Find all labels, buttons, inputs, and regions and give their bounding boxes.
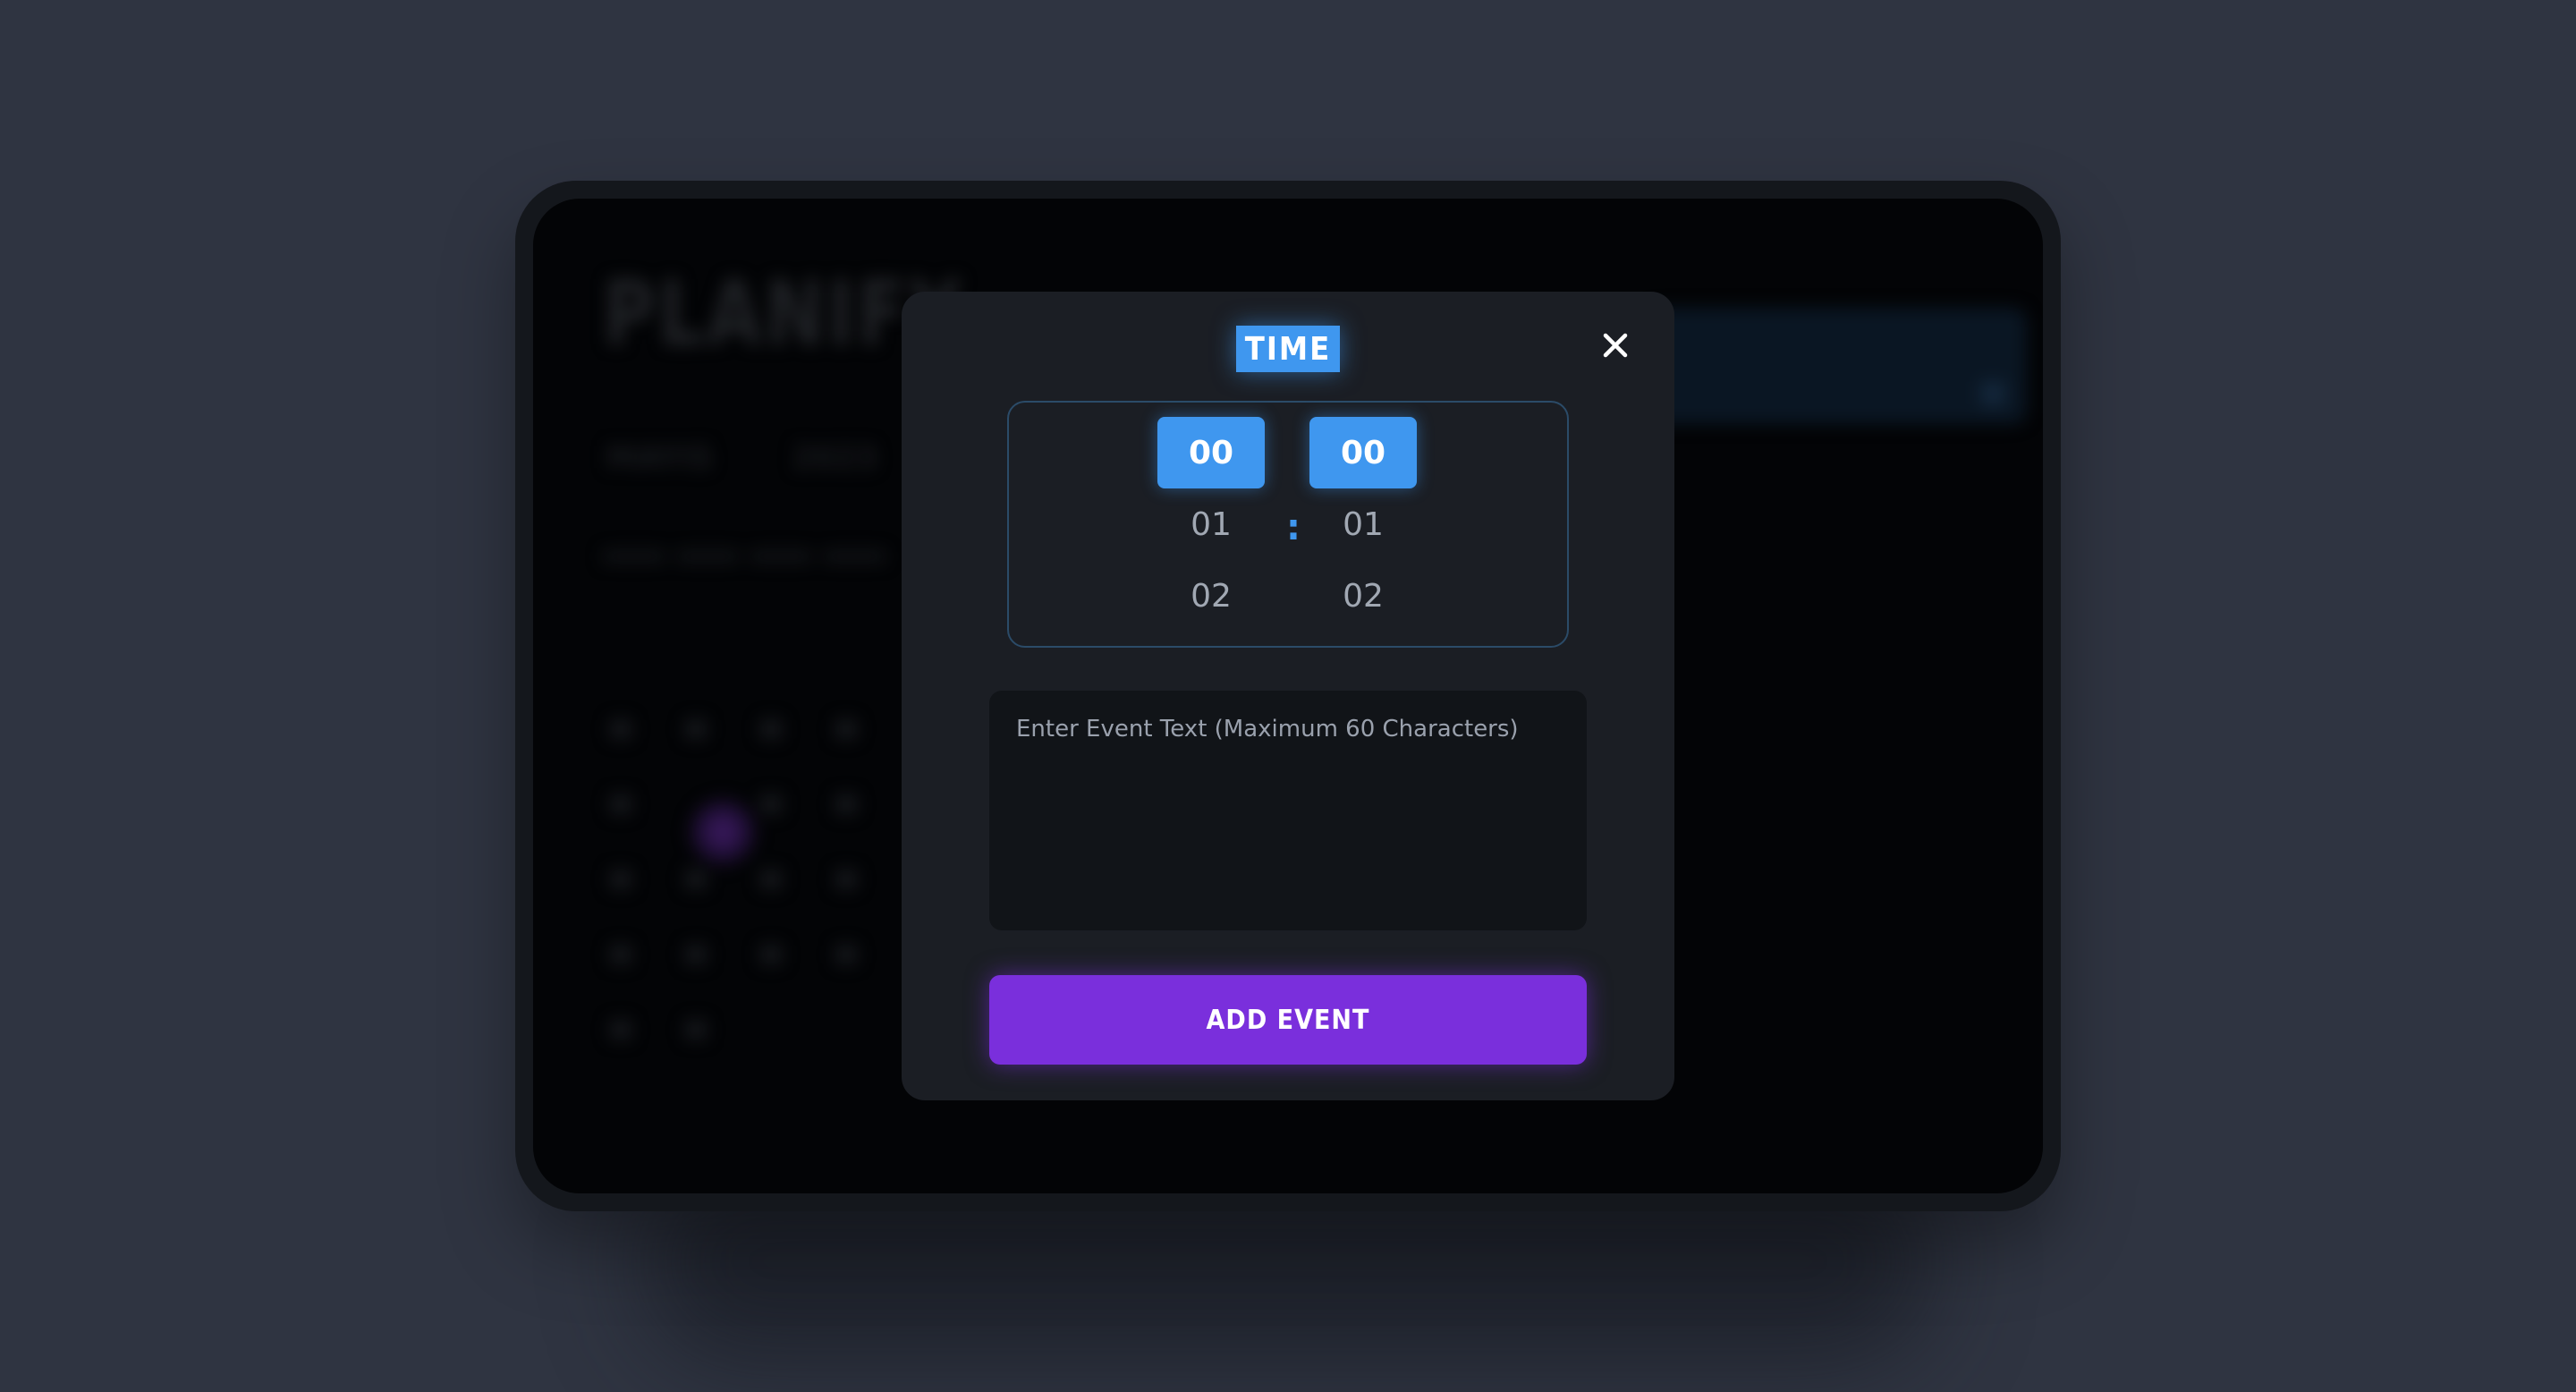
modal-title: TIME: [1236, 326, 1340, 372]
add-event-modal: TIME 00 01 02 : 00 01 02 ADD EVENT: [902, 292, 1674, 1100]
minute-option-selected[interactable]: 00: [1309, 417, 1417, 488]
close-icon: [1603, 333, 1628, 358]
month-label: MAYIS: [606, 440, 713, 476]
event-text-input[interactable]: [989, 691, 1587, 930]
hour-option[interactable]: 02: [1157, 560, 1265, 632]
panel-icon: [1980, 381, 2005, 406]
minute-column[interactable]: 00 01 02: [1309, 417, 1417, 632]
add-event-button[interactable]: ADD EVENT: [989, 975, 1587, 1065]
time-separator: :: [1286, 507, 1301, 548]
hour-option-selected[interactable]: 00: [1157, 417, 1265, 488]
minute-option[interactable]: 02: [1309, 560, 1417, 632]
hour-column[interactable]: 00 01 02: [1157, 417, 1265, 632]
close-button[interactable]: [1596, 326, 1635, 365]
year-label: 2023: [792, 440, 877, 476]
selected-day-highlight: [687, 796, 758, 868]
time-picker: 00 01 02 : 00 01 02: [1007, 401, 1569, 648]
hour-option[interactable]: 01: [1157, 488, 1265, 560]
minute-option[interactable]: 01: [1309, 488, 1417, 560]
events-panel: [1642, 308, 2027, 424]
weekday-header: [603, 549, 943, 567]
